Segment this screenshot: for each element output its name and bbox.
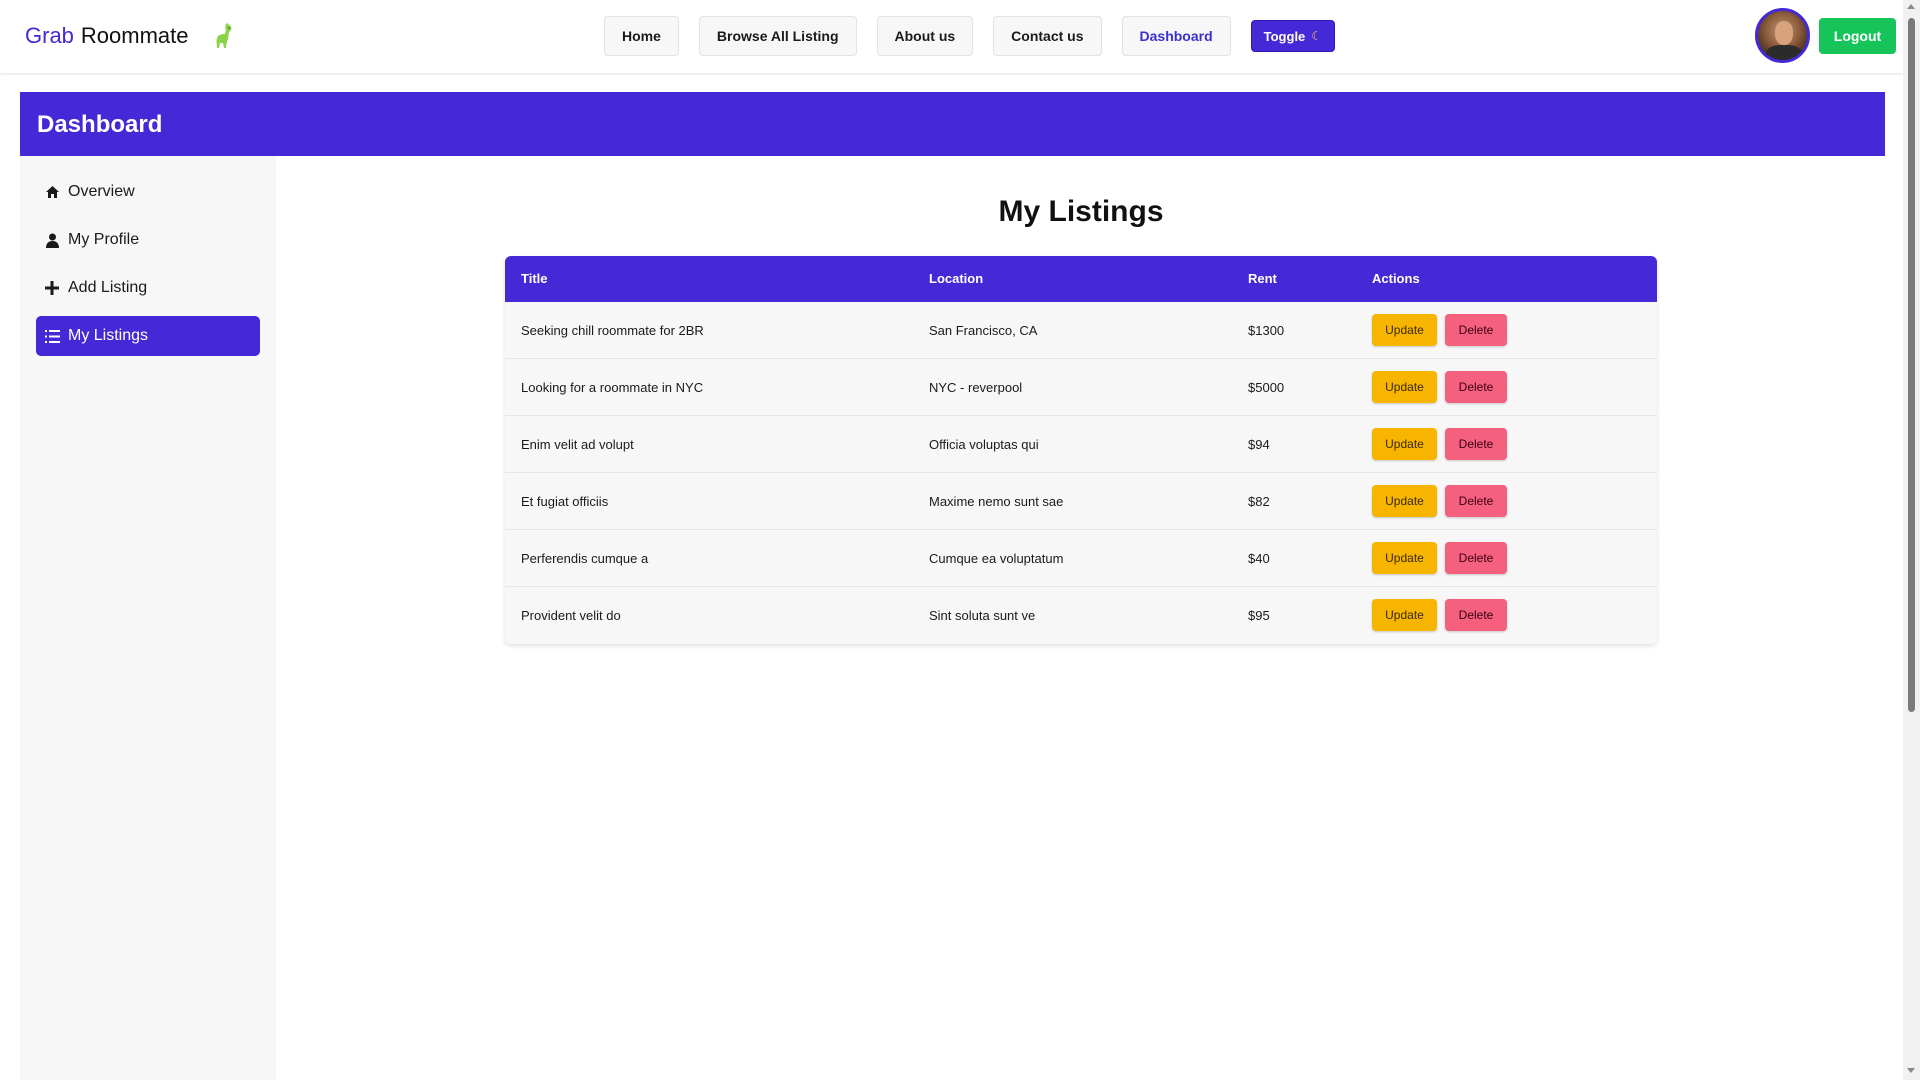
theme-toggle-button[interactable]: Toggle ☾	[1250, 20, 1336, 52]
row-title: Looking for a roommate in NYC	[521, 380, 704, 395]
row-rent: $82	[1248, 494, 1270, 509]
plus-icon	[44, 280, 60, 296]
column-header-title: Title	[521, 271, 548, 286]
row-location: Maxime nemo sunt sae	[929, 494, 1064, 509]
dashboard-header: Dashboard	[20, 92, 1885, 156]
scroll-down-icon[interactable]	[1907, 1068, 1915, 1073]
brand-roommate: Roommate	[80, 23, 189, 48]
table-row: Looking for a roommate in NYC NYC - reve…	[505, 359, 1657, 416]
update-button[interactable]: Update	[1372, 428, 1437, 460]
row-location: Officia voluptas qui	[929, 437, 1039, 452]
moon-icon: ☾	[1311, 29, 1323, 43]
scroll-up-icon[interactable]	[1907, 4, 1915, 9]
row-title: Seeking chill roommate for 2BR	[521, 323, 704, 338]
row-rent: $40	[1248, 551, 1270, 566]
listings-table: Title Location Rent Actions Seeking chil…	[505, 256, 1657, 644]
dashboard-title: Dashboard	[37, 111, 163, 138]
delete-button[interactable]: Delete	[1445, 485, 1507, 517]
row-location: Sint soluta sunt ve	[929, 608, 1036, 623]
row-rent: $95	[1248, 608, 1270, 623]
update-button[interactable]: Update	[1372, 599, 1437, 631]
update-button[interactable]: Update	[1372, 485, 1437, 517]
nav-home[interactable]: Home	[604, 16, 679, 56]
home-icon	[44, 184, 60, 200]
row-location: San Francisco, CA	[929, 323, 1038, 338]
page-scrollbar[interactable]	[1903, 0, 1920, 1080]
table-row: Seeking chill roommate for 2BR San Franc…	[505, 302, 1657, 359]
delete-button[interactable]: Delete	[1445, 371, 1507, 403]
update-button[interactable]: Update	[1372, 371, 1437, 403]
user-icon	[44, 232, 60, 248]
update-button[interactable]: Update	[1372, 542, 1437, 574]
table-row: Perferendis cumque a Cumque ea voluptatu…	[505, 530, 1657, 587]
nav-dashboard[interactable]: Dashboard	[1121, 16, 1231, 56]
scroll-thumb[interactable]	[1908, 18, 1915, 712]
toggle-label: Toggle	[1263, 28, 1306, 44]
top-navbar: Grab Roommate Home Browse All Listing Ab…	[0, 0, 1903, 73]
row-location: NYC - reverpool	[929, 380, 1023, 395]
table-row: Et fugiat officiis Maxime nemo sunt sae …	[505, 473, 1657, 530]
row-title: Enim velit ad volupt	[521, 437, 634, 452]
nav-about-us[interactable]: About us	[876, 16, 974, 56]
sidebar-item-label: My Profile	[68, 231, 140, 248]
avatar[interactable]	[1755, 8, 1810, 63]
column-header-actions: Actions	[1372, 271, 1420, 286]
row-rent: $1300	[1248, 323, 1285, 338]
list-icon	[44, 328, 60, 344]
sidebar-item-label: Add Listing	[68, 279, 148, 296]
column-header-location: Location	[929, 271, 984, 286]
row-title: Provident velit do	[521, 608, 621, 623]
sidebar-item-overview[interactable]: Overview	[36, 172, 260, 212]
row-rent: $5000	[1248, 380, 1285, 395]
row-location: Cumque ea voluptatum	[929, 551, 1064, 566]
sidebar: Overview My Profile Add Listing My Listi…	[20, 156, 276, 1080]
row-title: Perferendis cumque a	[521, 551, 649, 566]
llama-icon	[216, 23, 231, 48]
page-title: My Listings	[998, 195, 1164, 228]
table-row: Enim velit ad volupt Officia voluptas qu…	[505, 416, 1657, 473]
row-rent: $94	[1248, 437, 1270, 452]
row-title: Et fugiat officiis	[521, 494, 609, 509]
sidebar-item-label: Overview	[68, 183, 135, 200]
delete-button[interactable]: Delete	[1445, 599, 1507, 631]
brand-grab: Grab	[25, 23, 74, 48]
brand[interactable]: Grab Roommate	[25, 22, 235, 50]
column-header-rent: Rent	[1248, 271, 1277, 286]
sidebar-item-label: My Listings	[68, 327, 149, 344]
delete-button[interactable]: Delete	[1445, 542, 1507, 574]
update-button[interactable]: Update	[1372, 314, 1437, 346]
table-row: Provident velit do Sint soluta sunt ve $…	[505, 587, 1657, 644]
nav-contact-us[interactable]: Contact us	[993, 16, 1102, 56]
sidebar-item-my-listings[interactable]: My Listings	[36, 316, 260, 356]
sidebar-item-add-listing[interactable]: Add Listing	[36, 268, 260, 308]
table-header: Title Location Rent Actions	[505, 256, 1657, 302]
delete-button[interactable]: Delete	[1445, 428, 1507, 460]
nav-browse-all-listing[interactable]: Browse All Listing	[698, 16, 857, 56]
logout-button[interactable]: Logout	[1819, 18, 1896, 54]
sidebar-item-my-profile[interactable]: My Profile	[36, 220, 260, 260]
delete-button[interactable]: Delete	[1445, 314, 1507, 346]
